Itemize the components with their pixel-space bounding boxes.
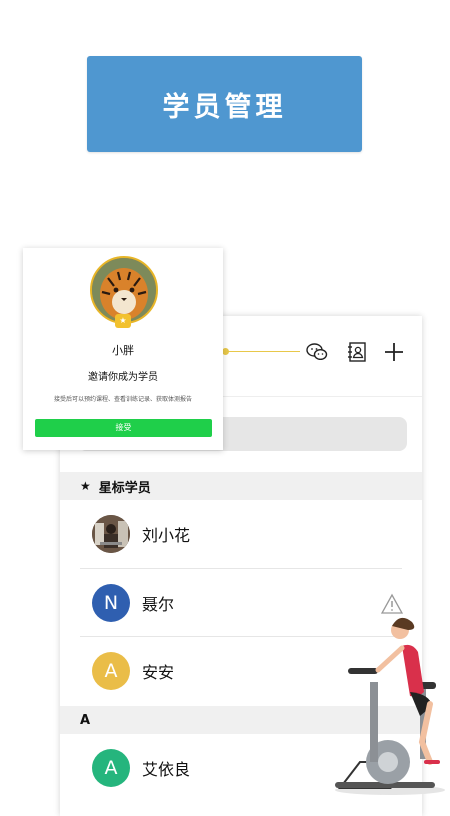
avatar: A: [92, 749, 130, 787]
section-header-starred: ★ 星标学员: [60, 472, 422, 500]
banner-title: 学员管理: [162, 91, 287, 123]
progress-line: [225, 351, 300, 352]
avatar-photo: [92, 515, 130, 553]
badge-icon: ★: [115, 314, 131, 328]
cyclist-illustration: [335, 617, 445, 795]
wechat-icon[interactable]: [305, 340, 329, 364]
avatar-letter: A: [104, 660, 118, 682]
contact-name: 艾依良: [142, 760, 191, 779]
page-banner: 学员管理: [87, 56, 362, 152]
invite-title: 邀请你成为学员: [88, 372, 158, 383]
avatar: A: [92, 652, 130, 690]
avatar: [92, 515, 130, 553]
invite-description: 接受后可以预约课程、查看训练记录、获取体测报告: [53, 396, 192, 403]
tiger-image: [92, 258, 156, 322]
invite-card: ★ 小胖 邀请你成为学员 接受后可以预约课程、查看训练记录、获取体测报告 接受: [23, 248, 223, 450]
add-icon[interactable]: [382, 340, 406, 364]
avatar-letter: A: [104, 757, 118, 779]
contacts-icon[interactable]: [345, 340, 369, 364]
section-title: A: [80, 712, 91, 728]
contact-name: 安安: [142, 663, 175, 682]
contact-name: 刘小花: [142, 526, 191, 545]
accept-button[interactable]: 接受: [35, 419, 212, 437]
star-icon: ★: [80, 479, 91, 493]
contact-row[interactable]: 刘小花: [60, 500, 422, 568]
progress-dot: [222, 348, 229, 355]
invite-nickname: 小胖: [112, 344, 134, 357]
avatar-letter: N: [103, 592, 119, 614]
avatar: N: [92, 584, 130, 622]
section-title: 星标学员: [98, 480, 151, 496]
contact-name: 聂尔: [142, 595, 175, 614]
